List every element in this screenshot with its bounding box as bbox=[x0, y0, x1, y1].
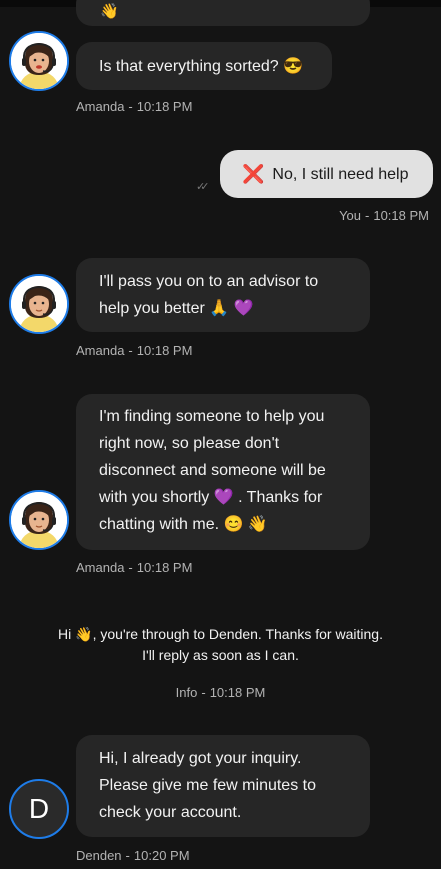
system-message-meta: Info -10:18 PM bbox=[0, 685, 441, 700]
wave-emoji: 👋 bbox=[100, 3, 119, 20]
message-text: Please give me few minutes to bbox=[99, 777, 316, 794]
message-bubble: I'm finding someone to help you right no… bbox=[76, 394, 370, 550]
message-text: check your account. bbox=[99, 804, 242, 821]
message-text: help you better 🙏 💜 bbox=[99, 300, 254, 317]
timestamp: 10:18 PM bbox=[209, 685, 266, 700]
system-message-line: Hi 👋, you're through to Denden. Thanks f… bbox=[58, 626, 383, 642]
sender-name: Denden bbox=[76, 848, 122, 863]
meta-separator: - bbox=[365, 208, 370, 223]
message-text: Is that everything sorted? 😎 bbox=[99, 57, 304, 75]
message-meta: Amanda -10:18 PM bbox=[76, 99, 192, 114]
sender-name: Amanda bbox=[76, 560, 125, 575]
meta-separator: - bbox=[128, 343, 133, 358]
timestamp: 10:20 PM bbox=[133, 848, 190, 863]
avatar-initial: D bbox=[28, 793, 50, 824]
message-text: disconnect and someone will be bbox=[99, 462, 326, 479]
message-meta: You -10:18 PM bbox=[339, 208, 429, 223]
message-text: Hi, I already got your inquiry. bbox=[99, 750, 302, 767]
sender-name: Amanda bbox=[76, 99, 125, 114]
double-check-icon: ✓✓ bbox=[196, 181, 210, 193]
timestamp: 10:18 PM bbox=[136, 343, 193, 358]
message-bubble: Is that everything sorted? 😎 bbox=[76, 42, 332, 90]
agent-initial-avatar[interactable]: D bbox=[9, 779, 69, 839]
message-bubble: I'll pass you on to an advisor to help y… bbox=[76, 258, 370, 332]
cross-mark-icon: ❌ bbox=[242, 163, 265, 184]
meta-separator: - bbox=[128, 560, 133, 575]
message-text: No, I still need help bbox=[272, 165, 409, 183]
user-message-bubble: ❌ No, I still need help bbox=[220, 150, 433, 198]
meta-separator: - bbox=[201, 685, 206, 700]
message-text: right now, so please don't bbox=[99, 435, 280, 452]
agent-avatar[interactable] bbox=[9, 274, 69, 334]
timestamp: 10:18 PM bbox=[373, 208, 429, 223]
message-meta: Amanda -10:18 PM bbox=[76, 343, 192, 358]
agent-avatar[interactable] bbox=[9, 31, 69, 91]
sender-name: Amanda bbox=[76, 343, 125, 358]
system-message: Hi 👋, you're through to Denden. Thanks f… bbox=[0, 624, 441, 666]
message-bubble: Hi, I already got your inquiry. Please g… bbox=[76, 735, 370, 837]
meta-separator: - bbox=[128, 99, 133, 114]
message-text: with you shortly 💜 . Thanks for bbox=[99, 489, 323, 506]
message-text: chatting with me. 😊 👋 bbox=[99, 516, 268, 533]
timestamp: 10:18 PM bbox=[136, 99, 193, 114]
sender-name: You bbox=[339, 208, 361, 223]
message-bubble-partial: 👋 bbox=[76, 0, 370, 26]
timestamp: 10:18 PM bbox=[136, 560, 193, 575]
meta-separator: - bbox=[125, 848, 130, 863]
message-text: I'm finding someone to help you bbox=[99, 408, 325, 425]
message-text: I'll pass you on to an advisor to bbox=[99, 273, 319, 290]
agent-avatar[interactable] bbox=[9, 490, 69, 550]
message-meta: Denden -10:20 PM bbox=[76, 848, 190, 863]
system-message-line: I'll reply as soon as I can. bbox=[142, 647, 299, 663]
sender-name: Info bbox=[175, 685, 198, 700]
message-meta: Amanda -10:18 PM bbox=[76, 560, 192, 575]
